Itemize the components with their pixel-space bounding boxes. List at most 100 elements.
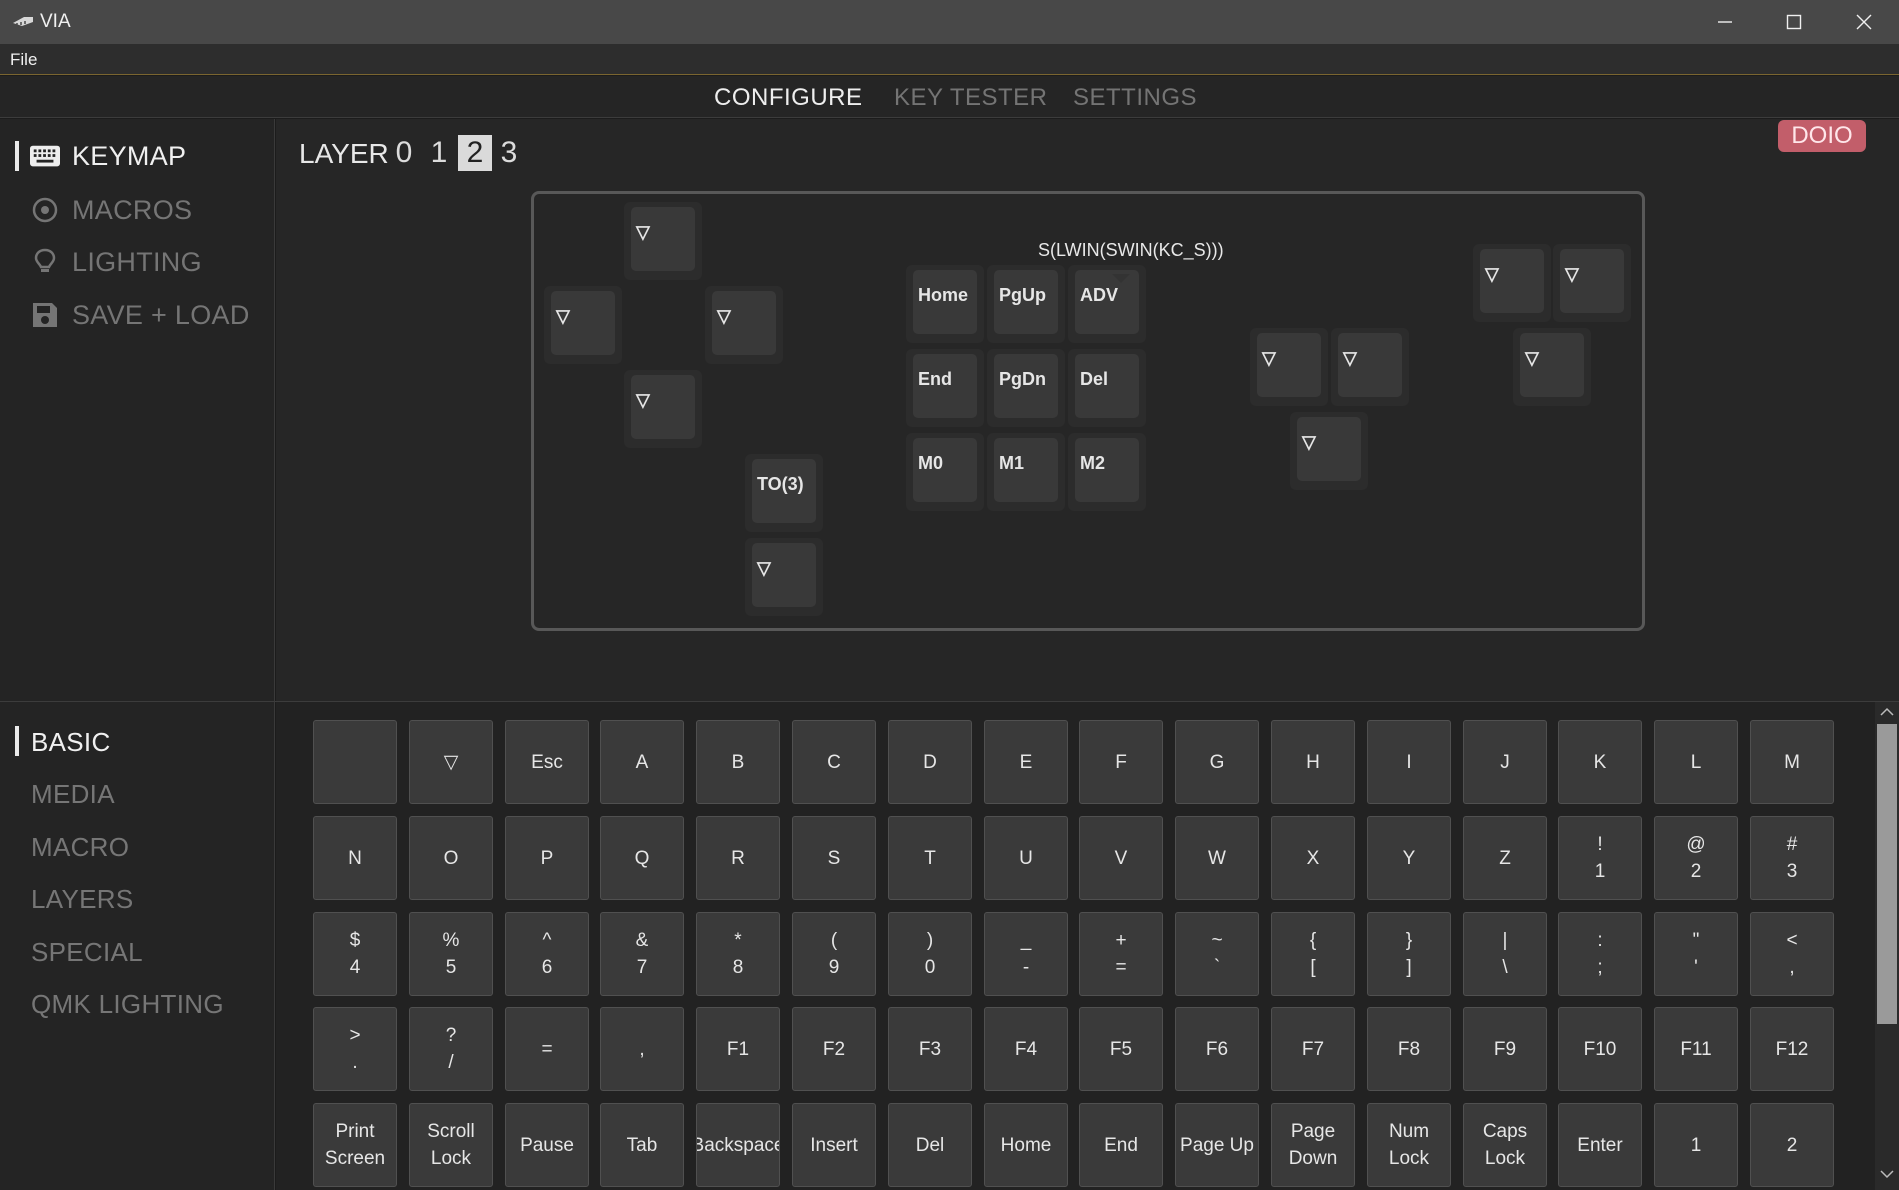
file-menu[interactable]: File	[10, 50, 37, 70]
keycode-button[interactable]: * 8	[696, 912, 780, 996]
tab-configure[interactable]: CONFIGURE	[714, 84, 863, 112]
keycode-button[interactable]: End	[1079, 1103, 1163, 1187]
keyboard-key[interactable]: ▽	[1331, 328, 1409, 406]
keyboard-key[interactable]: M2	[1068, 433, 1146, 511]
keycode-button[interactable]: K	[1558, 720, 1642, 804]
keyboard-key[interactable]: ▽	[745, 538, 823, 616]
keycode-button[interactable]: " '	[1654, 912, 1738, 996]
layer-0-button[interactable]: 0	[387, 135, 421, 171]
keycode-button[interactable]: ! 1	[1558, 816, 1642, 900]
keycode-button[interactable]: Tab	[600, 1103, 684, 1187]
keycode-button[interactable]: F11	[1654, 1007, 1738, 1091]
keycode-button[interactable]: ? /	[409, 1007, 493, 1091]
keycode-button[interactable]: $4	[313, 912, 397, 996]
category-basic[interactable]: BASIC	[31, 727, 111, 758]
keycode-button[interactable]: N	[313, 816, 397, 900]
keycode-button[interactable]: (9	[792, 912, 876, 996]
keyboard-key[interactable]: M0	[906, 433, 984, 511]
keycode-button[interactable]: :;	[1558, 912, 1642, 996]
keyboard-key[interactable]: PgUp	[987, 265, 1065, 343]
keycode-button[interactable]: F6	[1175, 1007, 1259, 1091]
keyboard-key[interactable]: ▽	[1513, 328, 1591, 406]
keycode-button[interactable]: I	[1367, 720, 1451, 804]
keyboard-key[interactable]: ▽	[1473, 244, 1551, 322]
layer-2-button[interactable]: 2	[458, 135, 492, 171]
keyboard-key[interactable]: TO(3)	[745, 454, 823, 532]
keycode-button[interactable]: S	[792, 816, 876, 900]
scrollbar-thumb[interactable]	[1877, 724, 1897, 1024]
keycode-button[interactable]: Esc	[505, 720, 589, 804]
maximize-button[interactable]	[1759, 0, 1829, 44]
keycode-button[interactable]: F3	[888, 1007, 972, 1091]
keycode-button[interactable]: | \	[1463, 912, 1547, 996]
category-media[interactable]: MEDIA	[31, 779, 115, 810]
keycode-button[interactable]: ▽	[409, 720, 493, 804]
keycode-button[interactable]: Enter	[1558, 1103, 1642, 1187]
sidebar-item-macros[interactable]: MACROS	[30, 193, 192, 227]
keycode-button[interactable]: _ -	[984, 912, 1068, 996]
keycode-button[interactable]: Z	[1463, 816, 1547, 900]
keycode-button[interactable]: F5	[1079, 1007, 1163, 1091]
layer-1-button[interactable]: 1	[422, 135, 456, 171]
keycode-button[interactable]: H	[1271, 720, 1355, 804]
keycode-button[interactable]: Page Down	[1271, 1103, 1355, 1187]
keycode-button[interactable]: F9	[1463, 1007, 1547, 1091]
keyboard-key[interactable]: Del	[1068, 349, 1146, 427]
scroll-up-arrow-icon[interactable]	[1879, 706, 1895, 718]
keycode-button[interactable]: & 7	[600, 912, 684, 996]
keycode-button[interactable]: F4	[984, 1007, 1068, 1091]
keycode-button[interactable]: R	[696, 816, 780, 900]
keycode-button[interactable]: Caps Lock	[1463, 1103, 1547, 1187]
keycode-button[interactable]: Backspace	[696, 1103, 780, 1187]
keycode-button[interactable]: A	[600, 720, 684, 804]
tab-key-tester[interactable]: KEY TESTER	[894, 84, 1048, 112]
keycode-button[interactable]: {[	[1271, 912, 1355, 996]
keycode-button[interactable]: 1	[1654, 1103, 1738, 1187]
keycode-button[interactable]: Insert	[792, 1103, 876, 1187]
keycode-button[interactable]: Del	[888, 1103, 972, 1187]
keycode-button[interactable]: U	[984, 816, 1068, 900]
keyboard-key[interactable]: ADV	[1068, 265, 1146, 343]
keycode-button[interactable]: Num Lock	[1367, 1103, 1451, 1187]
keycode-button[interactable]: D	[888, 720, 972, 804]
keycode-button[interactable]: F1	[696, 1007, 780, 1091]
category-macro[interactable]: MACRO	[31, 832, 129, 863]
keycode-button[interactable]	[313, 720, 397, 804]
keyboard-key[interactable]: ▽	[1553, 244, 1631, 322]
keycode-button[interactable]: Scroll Lock	[409, 1103, 493, 1187]
keycode-button[interactable]: Y	[1367, 816, 1451, 900]
keycode-button[interactable]: ^ 6	[505, 912, 589, 996]
keycode-button[interactable]: X	[1271, 816, 1355, 900]
keycode-button[interactable]: F12	[1750, 1007, 1834, 1091]
layer-3-button[interactable]: 3	[492, 135, 526, 171]
keycode-button[interactable]: E	[984, 720, 1068, 804]
keycode-button[interactable]: >.	[313, 1007, 397, 1091]
keycode-button[interactable]: V	[1079, 816, 1163, 900]
category-special[interactable]: SPECIAL	[31, 937, 143, 968]
keyboard-key[interactable]: ▽	[624, 202, 702, 280]
keycode-button[interactable]: B	[696, 720, 780, 804]
category-layers[interactable]: LAYERS	[31, 884, 133, 915]
keycode-button[interactable]: + =	[1079, 912, 1163, 996]
keycode-button[interactable]: P	[505, 816, 589, 900]
keycode-button[interactable]: L	[1654, 720, 1738, 804]
keycode-button[interactable]: F10	[1558, 1007, 1642, 1091]
keycode-button[interactable]: F8	[1367, 1007, 1451, 1091]
keycode-button[interactable]: % 5	[409, 912, 493, 996]
keycode-button[interactable]: F7	[1271, 1007, 1355, 1091]
keycode-button[interactable]: =	[505, 1007, 589, 1091]
keycode-button[interactable]: Page Up	[1175, 1103, 1259, 1187]
keyboard-key[interactable]: Home	[906, 265, 984, 343]
keyboard-key[interactable]: ▽	[624, 370, 702, 448]
keyboard-key[interactable]: ▽	[544, 286, 622, 364]
keycode-button[interactable]: ) 0	[888, 912, 972, 996]
keycode-button[interactable]: Q	[600, 816, 684, 900]
keycode-button[interactable]: F2	[792, 1007, 876, 1091]
keycode-button[interactable]: W	[1175, 816, 1259, 900]
keycode-button[interactable]: C	[792, 720, 876, 804]
keycode-button[interactable]: O	[409, 816, 493, 900]
keycode-button[interactable]: Home	[984, 1103, 1068, 1187]
keycode-button[interactable]: 2	[1750, 1103, 1834, 1187]
keycode-button[interactable]: }]	[1367, 912, 1451, 996]
keyboard-key[interactable]: ▽	[1290, 412, 1368, 490]
